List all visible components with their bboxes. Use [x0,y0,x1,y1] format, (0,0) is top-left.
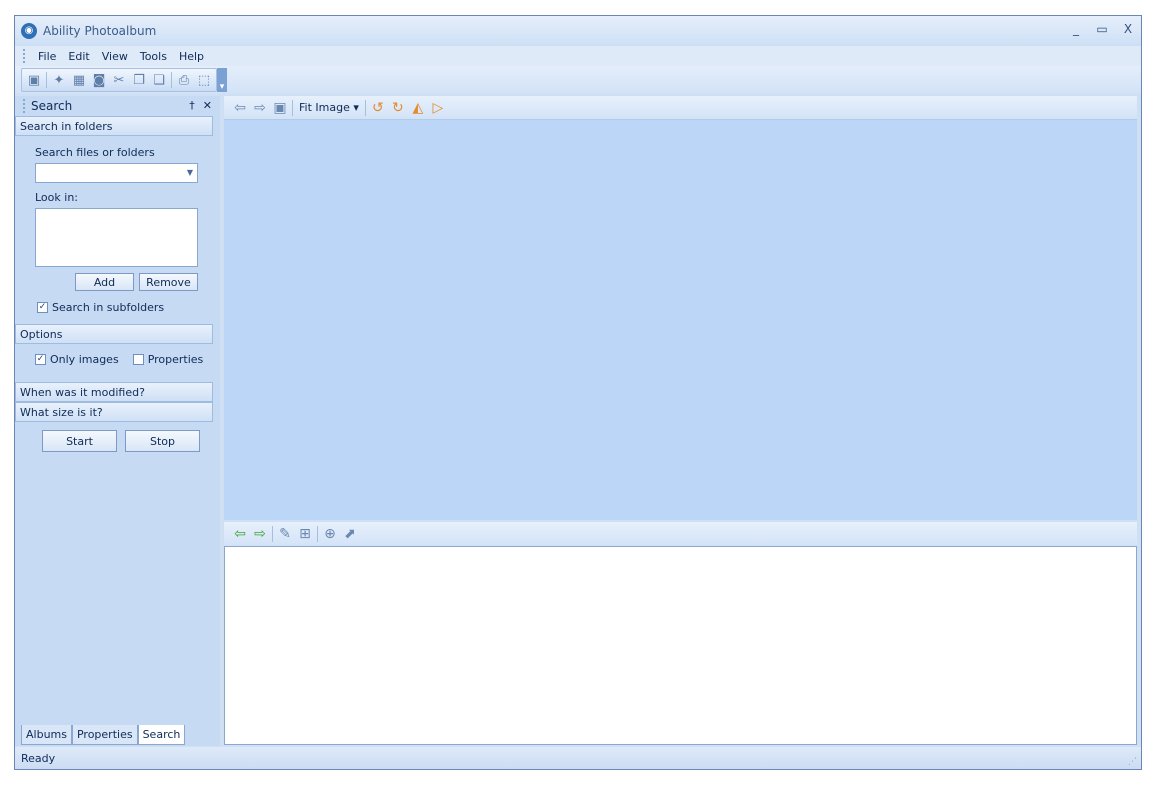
tab-search[interactable]: Search [137,725,186,745]
properties-label: Properties [147,353,204,366]
search-pane-header: Search † ✕ [15,96,220,116]
window-controls: _ ▭ X [1069,22,1135,36]
search-pane: Search † ✕ Search in folders Search file… [15,96,220,746]
print-icon[interactable]: ⎙ [174,70,194,90]
edit-image-icon[interactable]: ✎ [275,524,295,544]
forward-arrow-icon[interactable]: ⇨ [250,524,270,544]
only-images-checkbox[interactable]: ✓ Only images [35,353,119,366]
export-image-icon[interactable]: ⬈ [340,524,360,544]
look-in-label: Look in: [35,191,78,204]
search-subfolders-checkbox[interactable]: ✓ Search in subfolders [37,301,213,314]
add-button[interactable]: Add [75,273,134,291]
pane-grip[interactable] [23,99,25,113]
export-icon[interactable]: ⬚ [194,70,214,90]
flip-vertical-icon[interactable]: ▷ [428,98,448,118]
tab-albums[interactable]: Albums [21,725,72,745]
toolbar-separator [364,99,366,116]
checkbox-unchecked[interactable] [132,354,144,365]
properties-checkbox[interactable]: Properties [132,353,204,366]
toolbar-separator [292,99,293,116]
look-in-list[interactable] [35,208,198,267]
thumbnail-list[interactable] [224,546,1137,745]
menu-bar: File Edit View Tools Help [15,46,1141,66]
section-options[interactable]: Options [15,324,213,344]
window-title: Ability Photoalbum [43,24,157,38]
slideshow-icon[interactable]: ▣ [270,98,290,118]
thumbnails-view-icon[interactable]: ⊞ [295,524,315,544]
menu-grip[interactable] [23,49,26,63]
start-button[interactable]: Start [42,430,117,452]
checkbox-checked[interactable]: ✓ [37,302,48,313]
search-subfolders-label: Search in subfolders [52,301,165,314]
resize-grip-icon[interactable]: ⋰ [1128,757,1137,767]
album-icon[interactable]: ▣ [24,70,44,90]
section-what-size[interactable]: What size is it? [15,402,213,422]
thumbnail-toolbar: ⇦ ⇨ ✎ ⊞ ⊕ ⬈ [224,522,1137,546]
open-icon[interactable]: ▦ [69,70,89,90]
search-folders-body: Search files or folders ▼ Look in: Add R… [15,136,213,314]
forward-arrow-icon[interactable]: ⇨ [250,98,270,118]
menu-file[interactable]: File [32,50,62,63]
status-bar: Ready ⋰ [15,747,1141,769]
close-button[interactable]: X [1121,22,1135,36]
toolbar-separator [272,526,273,542]
stop-button[interactable]: Stop [125,430,200,452]
add-to-album-icon[interactable]: ⊕ [320,524,340,544]
remove-button[interactable]: Remove [139,273,198,291]
toolbar-overflow-button[interactable]: ▾ [217,68,227,92]
tab-properties[interactable]: Properties [71,725,138,745]
search-files-combo[interactable]: ▼ [35,163,198,183]
paste-icon[interactable]: ❏ [149,70,169,90]
menu-edit[interactable]: Edit [62,50,95,63]
rotate-left-icon[interactable]: ↺ [368,98,388,118]
toolbar-separator [317,526,318,542]
image-viewer[interactable] [224,120,1137,520]
chevron-down-icon[interactable]: ▼ [187,168,193,177]
back-arrow-icon[interactable]: ⇦ [230,524,250,544]
copy-icon[interactable]: ❐ [129,70,149,90]
menu-view[interactable]: View [96,50,134,63]
cut-icon[interactable]: ✂ [109,70,129,90]
maximize-button[interactable]: ▭ [1095,22,1109,36]
menu-help[interactable]: Help [173,50,210,63]
checkbox-checked[interactable]: ✓ [35,354,46,365]
new-icon[interactable]: ✦ [49,70,69,90]
search-files-label: Search files or folders [35,146,155,159]
back-arrow-icon[interactable]: ⇦ [230,98,250,118]
app-window: ◉ Ability Photoalbum _ ▭ X File Edit Vie… [14,15,1142,770]
toolbar-separator [46,72,47,88]
preview-icon[interactable]: ◙ [89,70,109,90]
title-bar: ◉ Ability Photoalbum _ ▭ X [15,16,1141,46]
close-pane-icon[interactable]: ✕ [203,99,212,112]
app-icon: ◉ [21,23,37,39]
section-search-folders[interactable]: Search in folders [15,116,213,136]
minimize-button[interactable]: _ [1069,22,1083,36]
tool-strip: ▣ ✦ ▦ ◙ ✂ ❐ ❏ ⎙ ⬚ [21,68,217,92]
rotate-right-icon[interactable]: ↻ [388,98,408,118]
flip-horizontal-icon[interactable]: ◭ [408,98,428,118]
viewer-toolbar: ⇦ ⇨ ▣ Fit Image ▾ ↺ ↻ ◭ ▷ [224,96,1137,120]
pin-icon[interactable]: † [189,99,195,112]
fit-image-dropdown[interactable]: Fit Image ▾ [295,101,363,114]
only-images-label: Only images [50,353,119,366]
main-toolbar: ▣ ✦ ▦ ◙ ✂ ❐ ❏ ⎙ ⬚ ▾ [15,66,1141,94]
section-when-modified[interactable]: When was it modified? [15,382,213,402]
toolbar-separator [171,72,172,88]
options-body: ✓ Only images Properties [15,344,213,382]
search-pane-title: Search [31,99,73,113]
menu-tools[interactable]: Tools [134,50,173,63]
status-text: Ready [21,751,56,765]
pane-tabs: Albums Properties Search [21,725,186,745]
